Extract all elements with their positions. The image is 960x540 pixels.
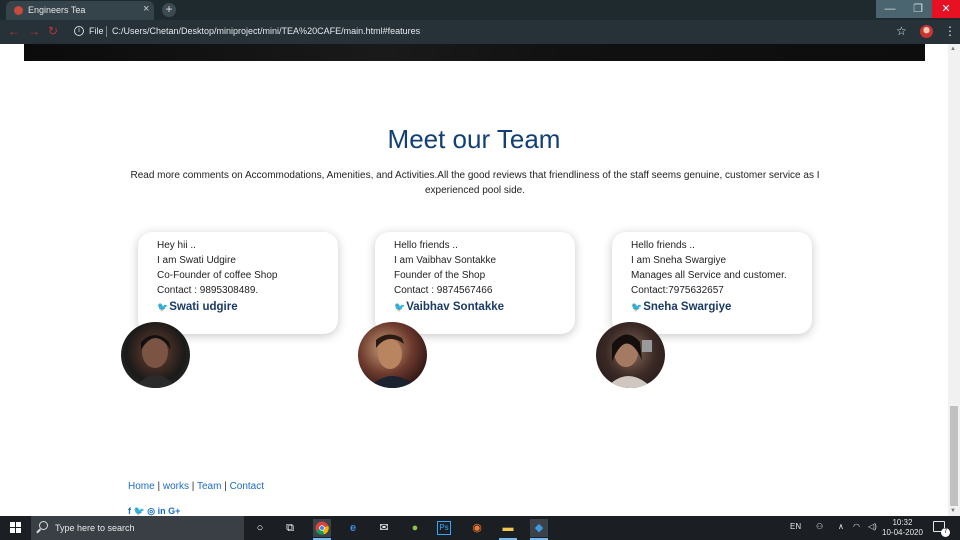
card-contact: Contact : 9874567466 xyxy=(394,285,493,296)
tab-favicon-icon xyxy=(14,6,23,15)
tab-close-button[interactable]: × xyxy=(143,3,149,15)
team-section-description: Read more comments on Accommodations, Am… xyxy=(130,170,820,196)
card-greeting: Hello friends .. xyxy=(394,240,458,251)
twitter-icon[interactable]: 🐦 xyxy=(134,506,145,516)
taskbar-search-box[interactable]: Type here to search xyxy=(31,516,244,540)
vscode-taskbar-icon[interactable]: ◆ xyxy=(530,519,548,540)
browser-tab-bar: Engineers Tea × + — ❐ ✕ xyxy=(0,0,960,20)
forward-icon[interactable]: → xyxy=(28,24,40,38)
hero-image-strip xyxy=(24,44,925,61)
card-contact: Contact : 9895308489. xyxy=(157,285,259,296)
footer-social-icons: f 🐦 ◎ in G+ xyxy=(128,506,180,516)
card-role: Manages all Service and customer. xyxy=(631,270,787,281)
card-intro: I am Sneha Swargiye xyxy=(631,255,727,266)
avatar-swati xyxy=(121,322,190,388)
file-label: File xyxy=(89,26,104,36)
tab-title: Engineers Tea xyxy=(28,5,86,15)
google-plus-icon[interactable]: G+ xyxy=(168,506,180,516)
twitter-handle-link[interactable]: 🐦Sneha Swargiye xyxy=(631,301,731,313)
page-scrollbar[interactable]: ▲ ▼ xyxy=(948,44,960,516)
clock-date: 10-04-2020 xyxy=(882,528,923,537)
footer-link-works[interactable]: works xyxy=(163,481,189,492)
taskbar-search-placeholder: Type here to search xyxy=(55,523,135,533)
twitter-handle: Sneha Swargiye xyxy=(643,301,732,313)
linkedin-icon[interactable]: in xyxy=(158,506,166,516)
footer-link-team[interactable]: Team xyxy=(197,481,221,492)
notification-count-badge: 7 xyxy=(941,528,950,537)
team-section-title: Meet our Team xyxy=(387,124,561,154)
avatar-photo-placeholder xyxy=(368,334,418,388)
avatar-photo-placeholder xyxy=(606,334,652,388)
maximize-button[interactable]: ❐ xyxy=(904,0,932,18)
card-intro: I am Swati Udgire xyxy=(157,255,236,266)
scroll-up-icon[interactable]: ▲ xyxy=(950,46,956,52)
chrome-taskbar-icon[interactable] xyxy=(313,519,331,540)
facebook-icon[interactable]: f xyxy=(128,506,131,516)
taskbar-clock[interactable]: 10:32 10-04-2020 xyxy=(882,518,923,538)
scrollbar-thumb[interactable] xyxy=(950,406,958,506)
twitter-icon: 🐦 xyxy=(631,302,643,312)
file-explorer-taskbar-icon[interactable]: ▬ xyxy=(499,519,517,540)
twitter-handle-link[interactable]: 🐦Vaibhav Sontakke xyxy=(394,301,504,313)
bookmark-star-icon[interactable]: ☆ xyxy=(896,24,907,38)
cortana-icon[interactable]: ○ xyxy=(251,519,269,537)
footer-separator: | xyxy=(221,481,230,492)
clock-time: 10:32 xyxy=(892,518,913,527)
footer-link-contact[interactable]: Contact xyxy=(230,481,264,492)
address-separator xyxy=(106,26,107,37)
footer-separator: | xyxy=(154,481,163,492)
windows-start-icon[interactable] xyxy=(10,522,22,534)
team-card-vaibhav: Hello friends .. I am Vaibhav Sontakke F… xyxy=(375,232,575,334)
android-studio-taskbar-icon[interactable]: ● xyxy=(406,519,424,537)
site-info-icon[interactable]: i xyxy=(74,26,84,36)
dribbble-icon[interactable]: ◎ xyxy=(147,506,155,516)
edge-taskbar-icon[interactable]: e xyxy=(344,519,362,537)
page-viewport: Meet our Team Read more comments on Acco… xyxy=(0,44,948,516)
card-greeting: Hey hii .. xyxy=(157,240,196,251)
team-card-sneha: Hello friends .. I am Sneha Swargiye Man… xyxy=(612,232,812,334)
twitter-handle-link[interactable]: 🐦Swati udgire xyxy=(157,301,238,313)
mail-taskbar-icon[interactable]: ✉ xyxy=(375,519,393,537)
twitter-icon: 🐦 xyxy=(394,302,406,312)
card-greeting: Hello friends .. xyxy=(631,240,695,251)
search-icon xyxy=(39,521,48,530)
avatar-photo-placeholder xyxy=(135,335,177,388)
card-intro: I am Vaibhav Sontakke xyxy=(394,255,497,266)
profile-avatar-icon[interactable] xyxy=(920,25,933,38)
language-indicator[interactable]: EN xyxy=(790,522,801,531)
people-icon[interactable]: ⚇ xyxy=(816,522,823,531)
avatar-vaibhav xyxy=(358,322,427,388)
footer-separator: | xyxy=(188,481,197,492)
card-role: Founder of the Shop xyxy=(394,270,486,281)
footer-nav: Home | works | Team | Contact xyxy=(128,481,264,492)
twitter-icon: 🐦 xyxy=(157,302,169,312)
browser-menu-icon[interactable]: ⋮ xyxy=(944,24,956,38)
wifi-icon[interactable]: ◠ xyxy=(853,522,860,531)
address-bar: ← → ↻ i File C:/Users/Chetan/Desktop/min… xyxy=(0,20,960,44)
twitter-handle: Swati udgire xyxy=(169,301,238,313)
footer-link-home[interactable]: Home xyxy=(128,481,155,492)
avatar-sneha xyxy=(596,322,665,388)
volume-icon[interactable]: ◁) xyxy=(868,522,877,531)
tray-chevron-icon[interactable]: ∧ xyxy=(838,522,844,531)
url-field[interactable]: C:/Users/Chetan/Desktop/miniproject/mini… xyxy=(112,26,420,36)
task-view-icon[interactable]: ⧉ xyxy=(281,519,299,537)
card-role: Co-Founder of coffee Shop xyxy=(157,270,278,281)
new-tab-button[interactable]: + xyxy=(162,3,176,17)
scroll-down-icon[interactable]: ▼ xyxy=(950,508,956,514)
minimize-button[interactable]: — xyxy=(876,0,904,18)
blender-taskbar-icon[interactable]: ◉ xyxy=(468,519,486,537)
reload-icon[interactable]: ↻ xyxy=(48,24,58,38)
team-card-swati: Hey hii .. I am Swati Udgire Co-Founder … xyxy=(138,232,338,334)
card-contact: Contact:7975632657 xyxy=(631,285,724,296)
photoshop-taskbar-icon[interactable]: Ps xyxy=(437,521,451,535)
twitter-handle: Vaibhav Sontakke xyxy=(406,301,505,313)
close-window-button[interactable]: ✕ xyxy=(932,0,960,18)
browser-tab[interactable]: Engineers Tea × xyxy=(6,1,154,20)
windows-taskbar: Type here to search ○ ⧉ e ✉ ● Ps ◉ ▬ ◆ E… xyxy=(0,516,960,540)
back-icon[interactable]: ← xyxy=(8,24,20,38)
